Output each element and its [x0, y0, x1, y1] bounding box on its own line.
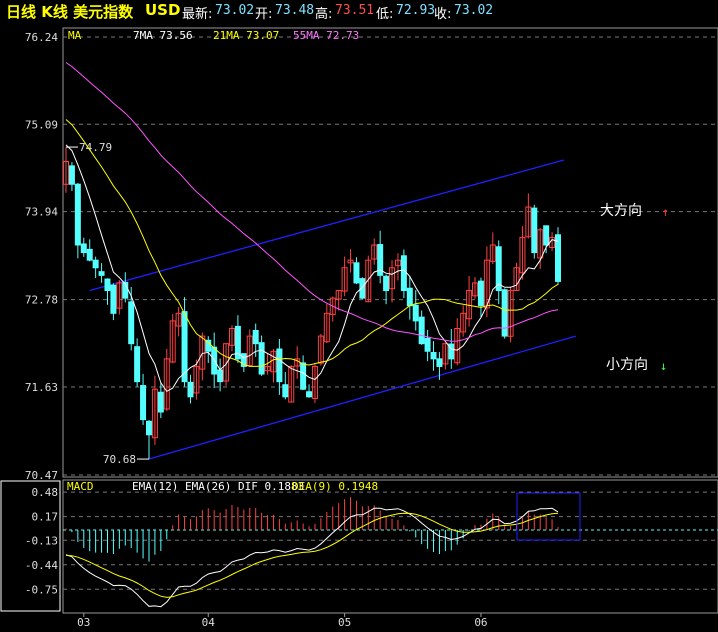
ma-legend: MA	[68, 29, 82, 42]
kline-chart[interactable]: 76.24 75.09 73.94 72.78 71.63 70.47 0.48 0.17 -0…	[0, 0, 718, 632]
candle-down	[187, 381, 194, 398]
high-annotation: 74.79	[79, 141, 112, 154]
dif-line	[65, 507, 559, 608]
candle-down	[104, 278, 111, 292]
x-tick-label: 04	[202, 616, 216, 629]
candle-down	[424, 337, 431, 352]
candle-down	[145, 420, 152, 436]
major-direction-label: 大方向	[600, 203, 642, 219]
macd-tick-label: -0.13	[25, 534, 58, 547]
candle-down	[418, 316, 425, 345]
candle-down	[412, 304, 419, 322]
candle-down	[555, 234, 561, 282]
y-tick-label: 73.94	[25, 206, 58, 219]
candle-down	[110, 284, 117, 314]
candle-down	[74, 183, 81, 246]
candle-down	[477, 280, 484, 307]
arrow-up-icon: ↑	[662, 205, 669, 219]
ma7-legend: 7MA 73.56	[133, 29, 193, 42]
candle-down	[306, 391, 313, 398]
dea-legend: DEA(9) 0.1948	[292, 480, 378, 493]
candle-down	[217, 369, 224, 383]
candle-down	[98, 271, 105, 276]
candle-down	[140, 385, 147, 421]
upper-channel-line	[89, 159, 565, 292]
x-tick-label: 03	[77, 616, 90, 629]
candle-down	[430, 352, 437, 360]
candle-down	[258, 342, 265, 375]
y-tick-label: 71.63	[25, 381, 58, 394]
y-tick-label: 75.09	[25, 118, 58, 131]
y-tick-label: 70.47	[25, 469, 58, 482]
low-annotation: 70.68	[103, 453, 136, 466]
candle-down	[205, 339, 212, 352]
candle-down	[353, 262, 360, 284]
candle-down	[400, 255, 407, 292]
ma21-legend: 21MA 73.07	[213, 29, 279, 42]
candle-down	[92, 259, 99, 269]
candle-down	[128, 301, 135, 345]
candle-down	[86, 248, 93, 261]
candle-down	[68, 165, 75, 185]
candle-down	[300, 362, 307, 390]
candle-down	[282, 384, 289, 398]
candle-down	[436, 358, 443, 367]
candle-down	[531, 207, 538, 254]
candle-down	[406, 287, 413, 307]
candle-down	[501, 289, 508, 337]
minor-direction-label: 小方向	[606, 357, 648, 373]
candle-down	[80, 243, 87, 254]
macd-tick-label: -0.44	[25, 559, 58, 572]
ema-legend: EMA(12) EMA(26) DIF 0.1883	[132, 480, 304, 493]
candle-down	[134, 346, 141, 383]
candle-down	[276, 348, 283, 383]
candle-down	[383, 275, 390, 292]
ma55-legend: 55MA 72.73	[293, 29, 359, 42]
candle-down	[543, 225, 550, 246]
x-tick-label: 06	[474, 616, 487, 629]
macd-tick-label: -0.75	[25, 583, 58, 596]
x-tick-label: 05	[338, 616, 351, 629]
macd-tick-label: 0.17	[32, 511, 59, 524]
macd-tick-label: 0.48	[32, 486, 59, 499]
candle-down	[252, 329, 259, 345]
candle-down	[157, 391, 164, 413]
ma21-line	[65, 119, 559, 367]
macd-legend: MACD	[67, 480, 94, 493]
y-tick-label: 76.24	[25, 31, 58, 44]
y-tick-label: 72.78	[25, 294, 58, 307]
arrow-down-icon: ↓	[660, 359, 667, 373]
